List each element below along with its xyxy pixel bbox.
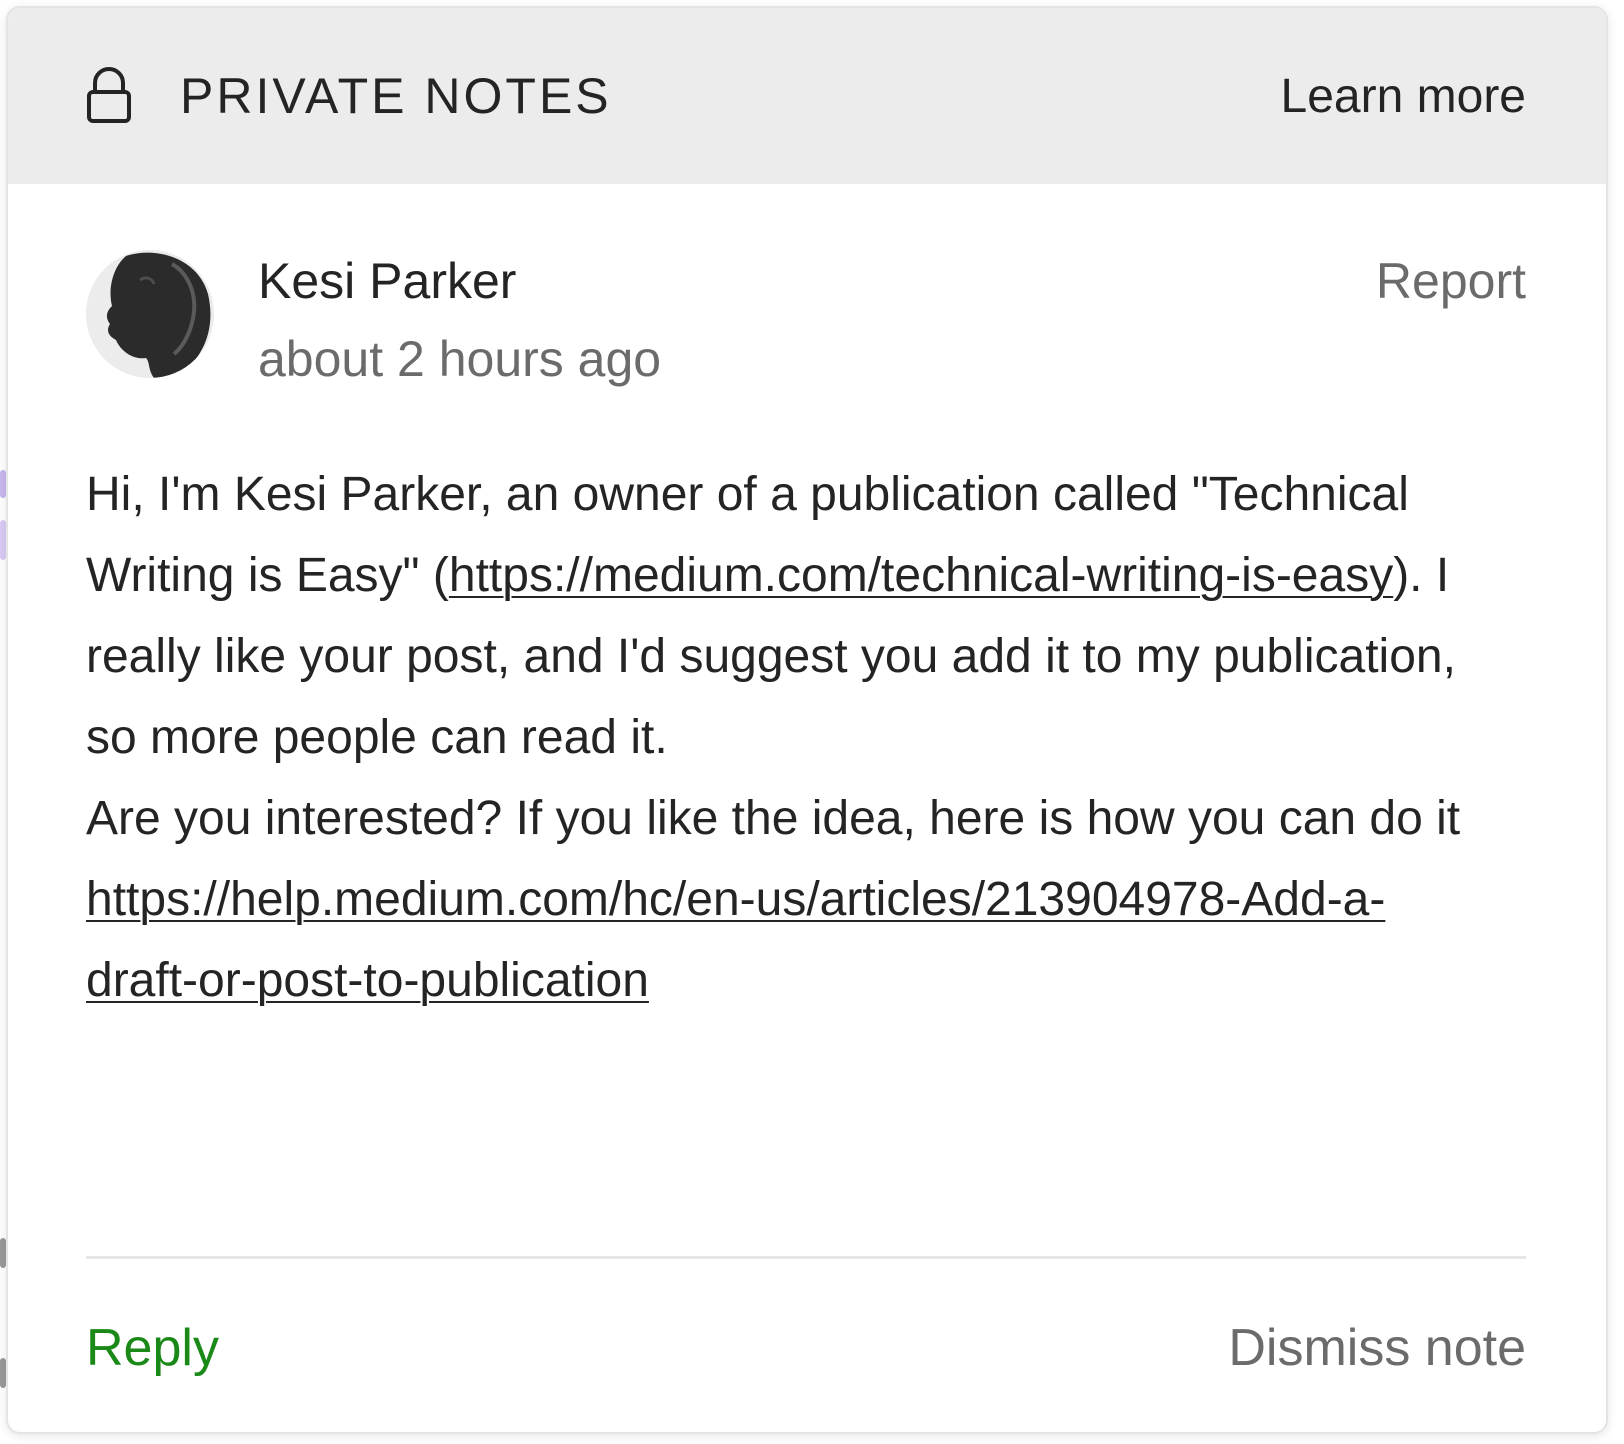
note-text-part3: Are you interested? If you like the idea… (86, 792, 1461, 845)
report-button[interactable]: Report (1376, 252, 1526, 310)
note-meta: Kesi Parker about 2 hours ago Report (86, 250, 1526, 387)
note-body: Hi, I'm Kesi Parker, an owner of a publi… (86, 454, 1466, 1021)
author-name[interactable]: Kesi Parker (258, 252, 516, 310)
avatar[interactable] (86, 250, 214, 378)
header-title: PRIVATE NOTES (180, 68, 612, 124)
learn-more-link[interactable]: Learn more (1281, 69, 1526, 124)
private-notes-card: PRIVATE NOTES Learn more Kesi Parker abo… (6, 6, 1608, 1434)
reply-button[interactable]: Reply (86, 1318, 219, 1378)
divider (86, 1256, 1526, 1259)
help-article-link[interactable]: https://help.medium.com/hc/en-us/article… (86, 873, 1385, 1007)
lock-icon (86, 67, 132, 125)
dismiss-note-button[interactable]: Dismiss note (1228, 1318, 1526, 1378)
publication-link[interactable]: https://medium.com/technical-writing-is-… (449, 549, 1393, 602)
note-timestamp: about 2 hours ago (258, 331, 662, 387)
private-notes-header: PRIVATE NOTES Learn more (8, 8, 1606, 184)
